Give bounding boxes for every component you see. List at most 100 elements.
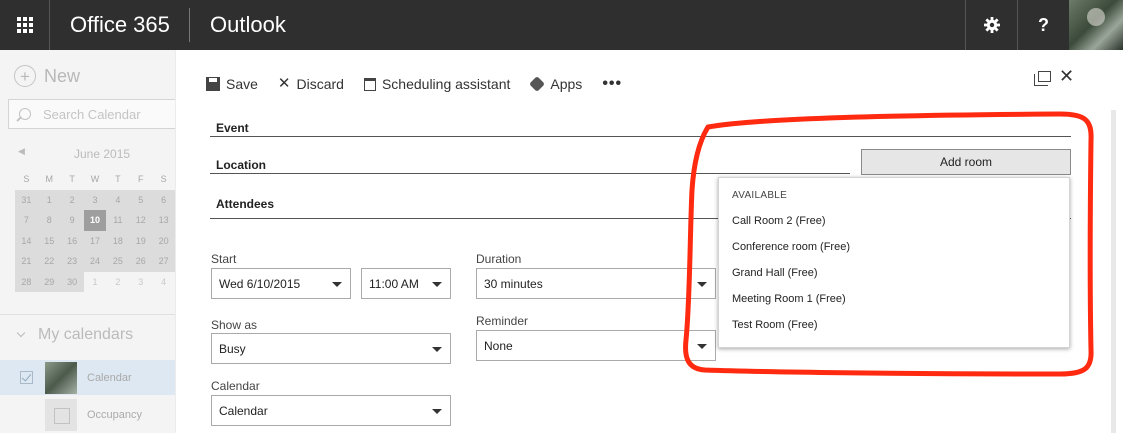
start-date-select[interactable]: Wed 6/10/2015: [211, 268, 351, 299]
divider: [0, 314, 175, 315]
day-cell[interactable]: 3: [83, 189, 107, 210]
day-cell[interactable]: 27: [152, 251, 176, 272]
day-cell[interactable]: 1: [37, 189, 61, 210]
day-cell[interactable]: 15: [37, 230, 61, 251]
event-form: Save ✕ Discard Scheduling assistant Apps…: [175, 50, 1123, 433]
checkbox-icon[interactable]: [20, 371, 33, 384]
help-button[interactable]: ?: [1017, 0, 1069, 50]
calendar-item-calendar[interactable]: Calendar: [0, 360, 175, 395]
more-options-button[interactable]: •••: [602, 75, 622, 93]
mini-calendar-month[interactable]: June 2015: [74, 147, 130, 161]
apps-label: Apps: [550, 76, 583, 92]
day-cell[interactable]: 20: [152, 230, 176, 251]
calendar-item-label: Occupancy: [87, 408, 143, 421]
location-label[interactable]: Location: [216, 158, 266, 172]
calendar-icon: [45, 398, 77, 431]
day-cell[interactable]: 16: [60, 230, 84, 251]
show-as-value: Busy: [219, 341, 246, 356]
prev-month-icon[interactable]: ◀: [18, 146, 25, 157]
reminder-value: None: [484, 338, 513, 353]
start-label: Start: [211, 252, 237, 266]
day-cell[interactable]: 19: [129, 230, 153, 251]
popout-icon[interactable]: [1034, 71, 1051, 86]
start-time-select[interactable]: 11:00 AM: [361, 268, 451, 299]
discard-icon: ✕: [277, 75, 291, 92]
day-cell[interactable]: 11: [106, 210, 130, 231]
day-cell[interactable]: 21: [15, 251, 38, 272]
day-cell[interactable]: 17: [83, 230, 107, 251]
day-cell-today[interactable]: 10: [83, 210, 107, 231]
day-cell[interactable]: 25: [106, 251, 130, 272]
location-field-line: [210, 173, 850, 174]
day-cell[interactable]: 28: [15, 271, 38, 292]
week-row: 31 1 2 3 4 5 6: [15, 189, 176, 210]
scrollbar[interactable]: [1111, 110, 1116, 433]
new-button[interactable]: + New: [14, 64, 80, 88]
day-cell[interactable]: 3: [129, 272, 152, 293]
room-option[interactable]: Grand Hall (Free): [732, 267, 818, 279]
room-option[interactable]: Call Room 2 (Free): [732, 215, 826, 227]
day-cell[interactable]: 12: [129, 210, 153, 231]
day-cell[interactable]: 9: [60, 210, 84, 231]
start-time-value: 11:00 AM: [369, 276, 419, 291]
reminder-select[interactable]: None: [476, 330, 716, 361]
room-option[interactable]: Test Room (Free): [732, 319, 818, 331]
calendar-value: Calendar: [219, 403, 268, 418]
top-bar: Office 365 Outlook ?: [0, 0, 1123, 50]
day-cell[interactable]: 8: [37, 210, 61, 231]
calendar-clock-icon: [363, 77, 376, 91]
calendar-label: Calendar: [211, 379, 260, 393]
search-input[interactable]: Search Calendar: [8, 99, 176, 129]
new-label: New: [44, 65, 81, 86]
chevron-down-icon: [16, 328, 26, 338]
day-cell[interactable]: 6: [152, 189, 176, 210]
weekday-label: S: [23, 174, 30, 184]
close-icon[interactable]: ✕: [1059, 66, 1074, 87]
caret-down-icon: [432, 282, 442, 287]
day-cell[interactable]: 26: [129, 251, 153, 272]
day-cell[interactable]: 2: [106, 272, 129, 293]
scheduling-assistant-button[interactable]: Scheduling assistant: [363, 76, 510, 92]
weekday-label: T: [69, 174, 75, 184]
day-cell[interactable]: 1: [84, 272, 107, 293]
settings-button[interactable]: [965, 0, 1017, 50]
discard-label: Discard: [296, 76, 344, 92]
event-label[interactable]: Event: [216, 121, 249, 135]
room-option[interactable]: Conference room (Free): [732, 241, 850, 253]
duration-select[interactable]: 30 minutes: [476, 268, 716, 299]
app-launcher-button[interactable]: [0, 0, 50, 50]
day-cell[interactable]: 30: [60, 271, 84, 292]
day-cell[interactable]: 4: [152, 272, 175, 293]
save-button[interactable]: Save: [206, 76, 258, 92]
calendar-select[interactable]: Calendar: [211, 395, 451, 426]
day-cell[interactable]: 22: [37, 251, 61, 272]
weekday-label: F: [137, 174, 144, 184]
add-room-button[interactable]: Add room: [861, 149, 1071, 175]
calendar-item-label: Calendar: [87, 371, 132, 384]
day-cell[interactable]: 24: [83, 251, 107, 272]
day-cell[interactable]: 13: [152, 210, 176, 231]
app-title[interactable]: Outlook: [210, 0, 286, 50]
mini-calendar: S M T W T F S 31 1 2 3 4 5 6 7 8 9 10 11…: [15, 169, 176, 293]
show-as-select[interactable]: Busy: [211, 333, 451, 364]
my-calendars-toggle[interactable]: My calendars: [16, 326, 133, 344]
weekday-label: T: [115, 174, 121, 184]
day-cell[interactable]: 29: [37, 271, 61, 292]
attendees-label[interactable]: Attendees: [216, 197, 274, 211]
discard-button[interactable]: ✕ Discard: [278, 76, 344, 92]
room-option[interactable]: Meeting Room 1 (Free): [732, 293, 846, 305]
brand-title[interactable]: Office 365: [70, 0, 170, 50]
day-cell[interactable]: 4: [106, 189, 130, 210]
start-date-value: Wed 6/10/2015: [219, 276, 301, 291]
top-separator: [189, 8, 190, 42]
user-avatar[interactable]: [1069, 0, 1123, 50]
day-cell[interactable]: 31: [15, 189, 38, 210]
day-cell[interactable]: 7: [15, 210, 38, 231]
day-cell[interactable]: 5: [129, 189, 153, 210]
apps-button[interactable]: Apps: [529, 76, 583, 92]
day-cell[interactable]: 14: [15, 230, 38, 251]
day-cell[interactable]: 2: [60, 189, 84, 210]
day-cell[interactable]: 18: [106, 230, 130, 251]
calendar-item-occupancy[interactable]: Occupancy: [0, 397, 175, 432]
day-cell[interactable]: 23: [60, 251, 84, 272]
